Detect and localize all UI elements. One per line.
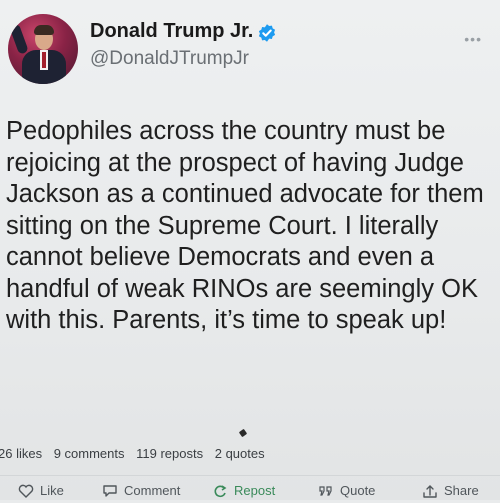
comment-label: Comment — [124, 483, 181, 498]
avatar-arm — [9, 23, 29, 55]
quote-label: Quote — [340, 483, 376, 498]
quote-button[interactable]: Quote — [318, 483, 375, 498]
post-text: Pedophiles across the country must be re… — [6, 117, 484, 334]
action-bar: Like Comment Repost Quote Share — [0, 483, 500, 503]
like-button[interactable]: Like — [18, 483, 64, 498]
avatar-tie — [42, 52, 46, 68]
post-stats: 26 likes 9 comments 119 reposts 2 quotes — [0, 446, 273, 461]
repost-button[interactable]: Repost — [212, 483, 275, 498]
more-options-icon[interactable]: ••• — [464, 32, 482, 46]
screen-smudge — [238, 428, 248, 438]
share-button[interactable]: Share — [422, 483, 479, 498]
share-label: Share — [444, 483, 479, 498]
comment-icon — [103, 484, 117, 497]
quotes-count[interactable]: 2 quotes — [215, 446, 265, 461]
likes-count[interactable]: 26 likes — [0, 446, 42, 461]
verified-badge-icon — [258, 24, 276, 42]
avatar-hair — [34, 25, 54, 35]
author-handle[interactable]: @DonaldJTrumpJr — [90, 48, 249, 70]
reposts-count[interactable]: 119 reposts — [136, 446, 203, 461]
like-icon — [18, 484, 34, 498]
divider — [0, 475, 500, 476]
quote-icon — [319, 485, 332, 496]
comment-button[interactable]: Comment — [102, 483, 180, 498]
repost-icon — [214, 484, 227, 497]
like-label: Like — [40, 483, 64, 498]
avatar[interactable] — [8, 14, 78, 84]
comments-count[interactable]: 9 comments — [54, 446, 125, 461]
author-display-name[interactable]: Donald Trump Jr. — [90, 20, 253, 43]
post-card: Donald Trump Jr. @DonaldJTrumpJr ••• Ped… — [0, 0, 500, 500]
share-icon — [423, 484, 437, 498]
repost-label: Repost — [234, 483, 276, 498]
